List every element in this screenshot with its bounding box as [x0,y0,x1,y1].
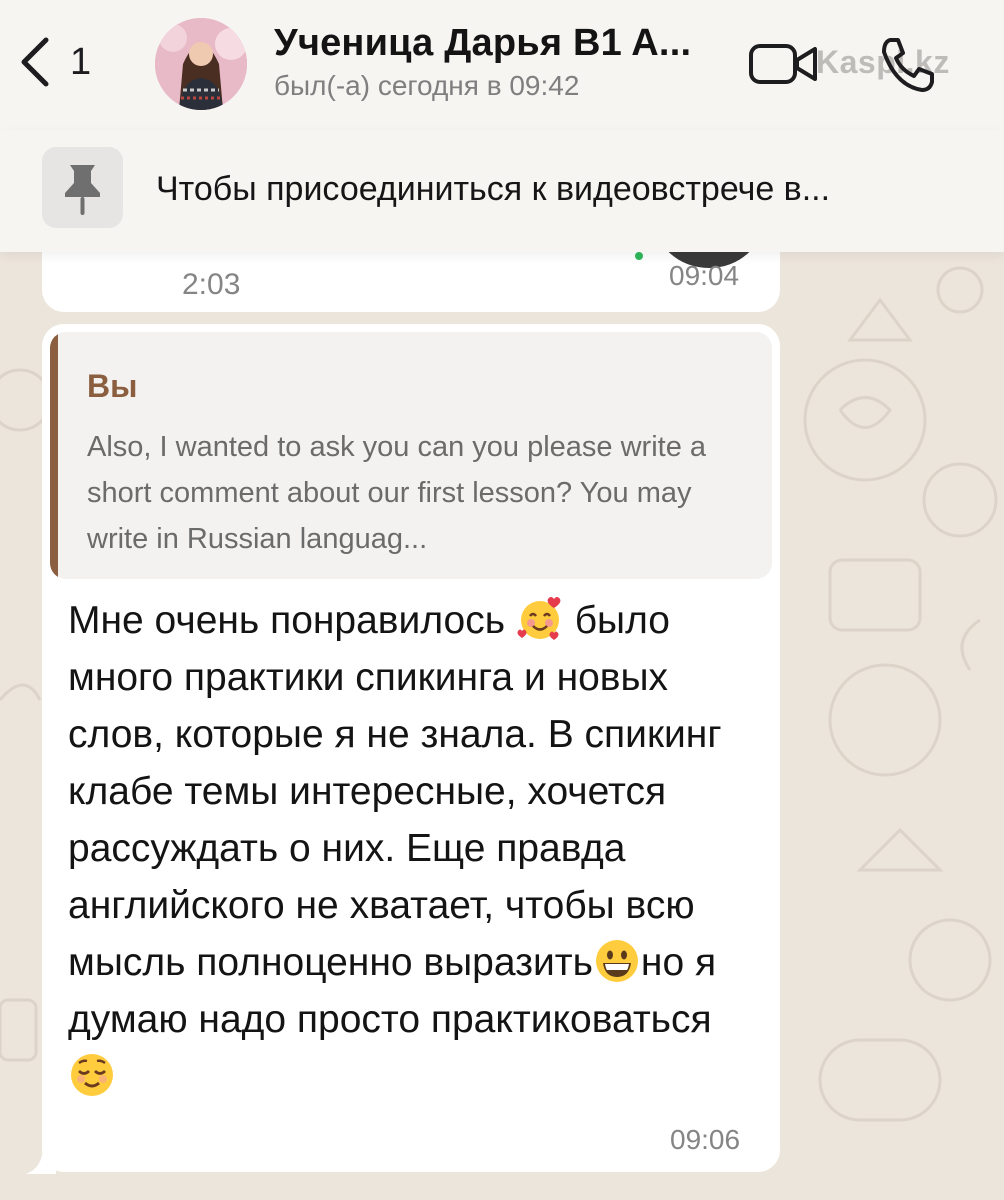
phone-icon[interactable] [876,34,938,96]
pinned-message-text: Чтобы присоединиться к видеовстрече в... [156,170,831,208]
pin-icon-box [42,147,123,228]
message-bubble[interactable]: Вы Also, I wanted to ask you can you ple… [42,324,780,1172]
message-text-part: было [563,599,670,642]
pin-icon [65,165,100,215]
last-seen-status: был(-а) сегодня в 09:42 [274,70,580,101]
pinned-message-bar[interactable]: Чтобы присоединиться к видеовстрече в... [0,130,1004,252]
contact-avatar[interactable] [155,18,247,110]
message-text-part: Мне очень понравилось [68,599,516,642]
back-button[interactable]: 1 [18,36,91,88]
smiling-face-with-hearts-icon [517,596,561,640]
video-camera-icon[interactable] [748,40,820,88]
unread-count: 1 [70,40,92,83]
contact-name[interactable]: Ученица Дарья B1 A... [274,22,691,65]
voice-played-dot [635,252,643,260]
message-text-part: много практики спикинга и новых слов, ко… [68,656,722,984]
quoted-message[interactable]: Вы Also, I wanted to ask you can you ple… [50,332,772,579]
message-time: 09:06 [670,1124,741,1155]
quote-accent-bar [50,332,58,579]
chat-header: 1 Ученица Дарья B1 A... был(-а) сегодня … [0,0,1004,131]
relieved-face-icon [71,1053,113,1096]
grinning-face-icon [595,939,638,982]
avatar-image [155,18,247,110]
voice-duration: 2:03 [182,268,241,301]
message-time: 09:04 [669,260,740,291]
quote-text: Also, I wanted to ask you can you please… [87,431,707,555]
chevron-left-icon [21,37,49,87]
quote-author: Вы [87,368,138,404]
message-text: Мне очень понравилось было много практик… [68,592,768,1105]
